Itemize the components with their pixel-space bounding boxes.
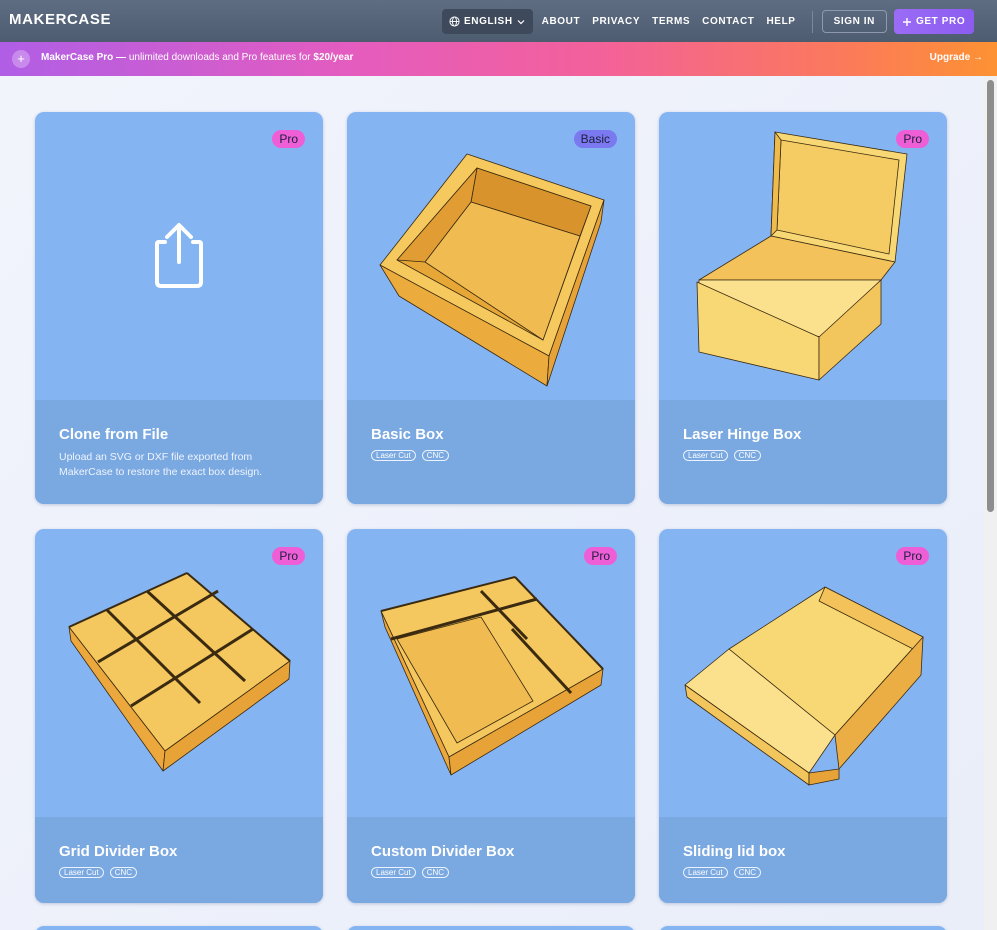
basic-box-illustration [347, 112, 635, 400]
card-sliding-lid-box[interactable]: Pro Sliding lid box Laser Cut CNC [659, 529, 947, 903]
tag-laser-cut: Laser Cut [371, 867, 416, 878]
card-basic-box[interactable]: Basic Basic Box Laser Cut CNC [347, 112, 635, 504]
nav-contact[interactable]: CONTACT [696, 9, 760, 34]
upgrade-link[interactable]: Upgrade → [930, 52, 983, 63]
basic-badge: Basic [573, 130, 617, 148]
card-next-row[interactable] [659, 926, 947, 930]
card-description: Upload an SVG or DXF file exported from … [59, 451, 263, 478]
pro-badge: Pro [896, 130, 929, 148]
nav-privacy[interactable]: PRIVACY [586, 9, 646, 34]
get-pro-label: GET PRO [916, 16, 966, 27]
card-title: Clone from File [59, 426, 169, 443]
card-info: Laser Hinge Box Laser Cut CNC [659, 400, 947, 504]
promo-brand: MakerCase Pro — [41, 52, 127, 63]
card-info: Grid Divider Box Laser Cut CNC [35, 817, 323, 903]
card-info: Basic Box Laser Cut CNC [347, 400, 635, 504]
nav-bar: ENGLISH ABOUT PRIVACY TERMS CONTACT HELP… [442, 9, 975, 34]
laser-hinge-box-illustration [659, 112, 947, 400]
scrollbar-thumb[interactable] [987, 80, 994, 512]
card-image [35, 112, 323, 400]
card-tags: Laser Cut CNC [371, 450, 450, 461]
nav-help[interactable]: HELP [760, 9, 801, 34]
card-tags: Laser Cut CNC [371, 867, 450, 878]
tag-cnc: CNC [733, 450, 762, 461]
plus-icon: + [12, 50, 30, 68]
chevron-down-icon [517, 19, 525, 24]
card-title: Custom Divider Box [371, 843, 515, 860]
promo-message: unlimited downloads and Pro features for [126, 52, 314, 63]
language-selector[interactable]: ENGLISH [442, 9, 533, 34]
tag-laser-cut: Laser Cut [59, 867, 104, 878]
card-tags: Laser Cut CNC [683, 450, 762, 461]
card-title: Sliding lid box [683, 843, 786, 860]
tag-cnc: CNC [109, 867, 138, 878]
card-next-row[interactable] [347, 926, 635, 930]
promo-banner: + MakerCase Pro — unlimited downloads an… [0, 42, 997, 76]
grid-divider-box-illustration [35, 529, 323, 817]
share-upload-icon [155, 223, 203, 288]
box-type-grid: Pro Clone from File Upload an SVG or DXF… [0, 76, 984, 930]
card-next-row[interactable] [35, 926, 323, 930]
language-label: ENGLISH [464, 16, 513, 27]
card-info: Clone from File Upload an SVG or DXF fil… [35, 400, 323, 504]
card-info: Custom Divider Box Laser Cut CNC [347, 817, 635, 903]
sign-in-button[interactable]: SIGN IN [821, 10, 887, 33]
card-info: Sliding lid box Laser Cut CNC [659, 817, 947, 903]
card-grid-divider-box[interactable]: Pro Grid Divider Box Laser Cut CNC [35, 529, 323, 903]
card-title: Basic Box [371, 426, 444, 443]
card-laser-hinge-box[interactable]: Pro Laser Hinge Box Laser Cut CNC [659, 112, 947, 504]
card-title: Grid Divider Box [59, 843, 178, 860]
promo-text: MakerCase Pro — unlimited downloads and … [41, 52, 353, 63]
get-pro-button[interactable]: GET PRO [894, 9, 975, 34]
sparkle-icon [903, 17, 911, 26]
tag-cnc: CNC [733, 867, 762, 878]
tag-cnc: CNC [421, 450, 450, 461]
card-tags: Laser Cut CNC [683, 867, 762, 878]
nav-about[interactable]: ABOUT [536, 9, 587, 34]
pro-badge: Pro [272, 547, 305, 565]
pro-badge: Pro [584, 547, 617, 565]
tag-laser-cut: Laser Cut [683, 867, 728, 878]
tag-laser-cut: Laser Cut [371, 450, 416, 461]
vertical-scrollbar[interactable] [984, 76, 997, 930]
promo-price: $20/year [313, 52, 354, 63]
globe-icon [449, 16, 460, 27]
card-tags: Laser Cut CNC [59, 867, 138, 878]
tag-laser-cut: Laser Cut [683, 450, 728, 461]
top-navigation: MAKERCASE ENGLISH ABOUT PRIVACY TERMS CO… [0, 0, 997, 42]
tag-cnc: CNC [421, 867, 450, 878]
makercase-logo[interactable]: MAKERCASE [9, 11, 111, 28]
card-clone-from-file[interactable]: Pro Clone from File Upload an SVG or DXF… [35, 112, 323, 504]
nav-divider [811, 10, 813, 33]
nav-terms[interactable]: TERMS [646, 9, 696, 34]
card-custom-divider-box[interactable]: Pro Custom Divider Box Laser Cut CNC [347, 529, 635, 903]
card-title: Laser Hinge Box [683, 426, 802, 443]
pro-badge: Pro [272, 130, 305, 148]
custom-divider-box-illustration [347, 529, 635, 817]
sliding-lid-box-illustration [659, 529, 947, 817]
pro-badge: Pro [896, 547, 929, 565]
